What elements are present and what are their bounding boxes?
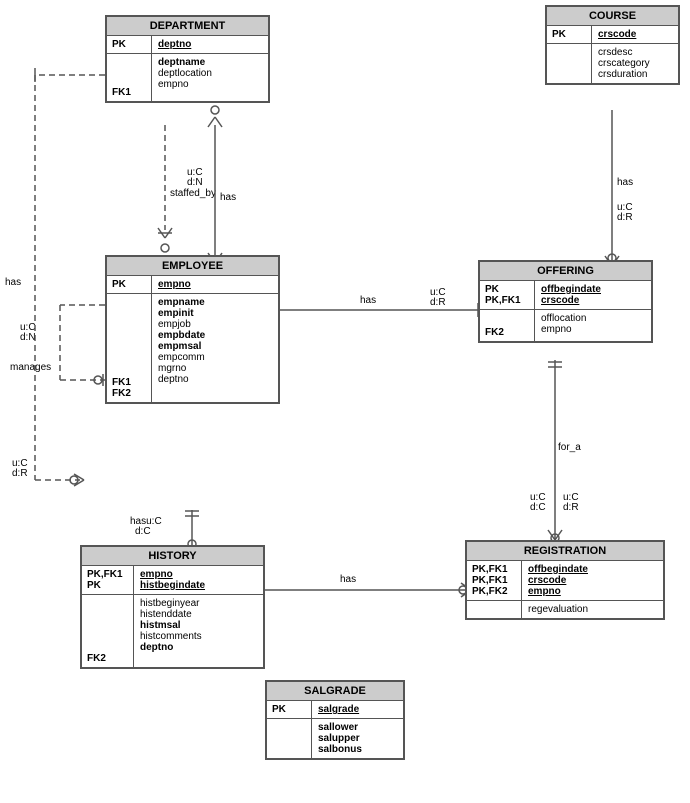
hist-attr-deptno: deptno [140, 642, 202, 653]
emp-attr-empjob: empjob [158, 319, 205, 330]
off-pk1-attr: offbegindate [541, 284, 601, 295]
svg-text:u:C: u:C [563, 492, 579, 503]
reg-pk3-attr: empno [528, 586, 588, 597]
label-for-a: for_a [558, 442, 581, 453]
svg-text:u:C: u:C [20, 322, 36, 333]
entity-department-title: DEPARTMENT [107, 17, 268, 36]
svg-text:u:C: u:C [187, 167, 203, 178]
off-fk2-label: FK2 [485, 327, 529, 338]
svg-text:u:C: u:C [617, 202, 633, 213]
emp-attr-empcomm: empcomm [158, 352, 205, 363]
hist-attr-histbeginyear: histbeginyear [140, 598, 202, 609]
off-pk2-label: PK,FK1 [485, 295, 529, 306]
off-pk2-attr: crscode [541, 295, 601, 306]
course-attr-crsduration: crsduration [598, 69, 650, 80]
course-pk-label: PK [552, 29, 586, 40]
svg-text:d:R: d:R [430, 297, 446, 308]
entity-offering-title: OFFERING [480, 262, 651, 281]
svg-text:d:N: d:N [187, 177, 203, 188]
entity-registration: REGISTRATION PK,FK1 PK,FK1 PK,FK2 offbeg… [465, 540, 665, 620]
emp-attr-empinit: empinit [158, 308, 205, 319]
hist-pk2-label: PK [87, 580, 128, 591]
label-hist-reg-has: has [340, 574, 356, 585]
svg-text:u:C: u:C [430, 287, 446, 298]
entity-history: HISTORY PK,FK1 PK empno histbegindate FK… [80, 545, 265, 669]
hist-pk1-attr: empno [140, 569, 205, 580]
label-manages: manages [10, 362, 51, 373]
course-pk-attr: crscode [598, 29, 636, 40]
entity-course: COURSE PK crscode crsdesc crscategory cr… [545, 5, 680, 85]
off-pk1-label: PK [485, 284, 529, 295]
emp-pk-attr: empno [158, 279, 191, 290]
diagram-container: staffed_by has u:C d:N u:C d:N manages [0, 0, 690, 803]
emp-attr-empbdate: empbdate [158, 330, 205, 341]
hist-pk2-attr: histbegindate [140, 580, 205, 591]
off-attr-empno: empno [541, 324, 586, 335]
svg-text:d:R: d:R [563, 502, 579, 513]
label-course-off-has: has [617, 177, 633, 188]
svg-text:d:C: d:C [530, 502, 546, 513]
emp-attr-deptno: deptno [158, 374, 205, 385]
entity-employee-title: EMPLOYEE [107, 257, 278, 276]
entity-employee: EMPLOYEE PK empno FK1 FK2 empname empini… [105, 255, 280, 404]
svg-text:d:C: d:C [135, 526, 151, 537]
course-attr-crsdesc: crsdesc [598, 47, 650, 58]
label-has-left: has [5, 277, 21, 288]
reg-pk1-attr: offbegindate [528, 564, 588, 575]
reg-pk2-label: PK,FK1 [472, 575, 516, 586]
entity-course-title: COURSE [547, 7, 678, 26]
entity-history-title: HISTORY [82, 547, 263, 566]
emp-attr-empname: empname [158, 297, 205, 308]
reg-attr-regevaluation: regevaluation [528, 604, 588, 615]
hist-attr-histcomments: histcomments [140, 631, 202, 642]
sal-pk-label: PK [272, 704, 306, 715]
label-dept-emp-has: has [220, 192, 236, 203]
emp-attr-empmsal: empmsal [158, 341, 205, 352]
svg-text:d:N: d:N [20, 332, 36, 343]
svg-text:d:R: d:R [617, 212, 633, 223]
entity-salgrade: SALGRADE PK salgrade sallower salupper s… [265, 680, 405, 760]
course-attr-crscategory: crscategory [598, 58, 650, 69]
svg-text:d:R: d:R [12, 468, 28, 479]
sal-attr-salupper: salupper [318, 733, 362, 744]
dept-pk-label: PK [112, 39, 146, 50]
emp-fk1-label: FK1 [112, 377, 146, 388]
entity-department: DEPARTMENT PK deptno FK1 deptname deptlo… [105, 15, 270, 103]
label-staffed-by: staffed_by [170, 188, 216, 199]
dept-pk-attr: deptno [158, 39, 191, 50]
reg-pk2-attr: crscode [528, 575, 588, 586]
sal-attr-salbonus: salbonus [318, 744, 362, 755]
dept-attr-deptlocation: deptlocation [158, 68, 212, 79]
reg-pk3-label: PK,FK2 [472, 586, 516, 597]
svg-text:hasu:C: hasu:C [130, 516, 162, 527]
dept-attr-empno: empno [158, 79, 212, 90]
dept-fk1-label: FK1 [112, 87, 146, 98]
emp-fk2-label: FK2 [112, 388, 146, 399]
dept-attr-deptname: deptname [158, 57, 212, 68]
entity-salgrade-title: SALGRADE [267, 682, 403, 701]
sal-attr-sallower: sallower [318, 722, 362, 733]
emp-attr-mgrno: mgrno [158, 363, 205, 374]
entity-offering: OFFERING PK PK,FK1 offbegindate crscode … [478, 260, 653, 343]
reg-pk1-label: PK,FK1 [472, 564, 516, 575]
sal-pk-attr: salgrade [318, 704, 359, 715]
entity-registration-title: REGISTRATION [467, 542, 663, 561]
off-attr-offlocation: offlocation [541, 313, 586, 324]
hist-fk2-label: FK2 [87, 653, 128, 664]
hist-pk1-label: PK,FK1 [87, 569, 128, 580]
label-emp-off-has: has [360, 295, 376, 306]
svg-text:u:C: u:C [12, 458, 28, 469]
hist-attr-histenddate: histenddate [140, 609, 202, 620]
emp-pk-label: PK [112, 279, 146, 290]
hist-attr-histmsal: histmsal [140, 620, 202, 631]
svg-text:u:C: u:C [530, 492, 546, 503]
